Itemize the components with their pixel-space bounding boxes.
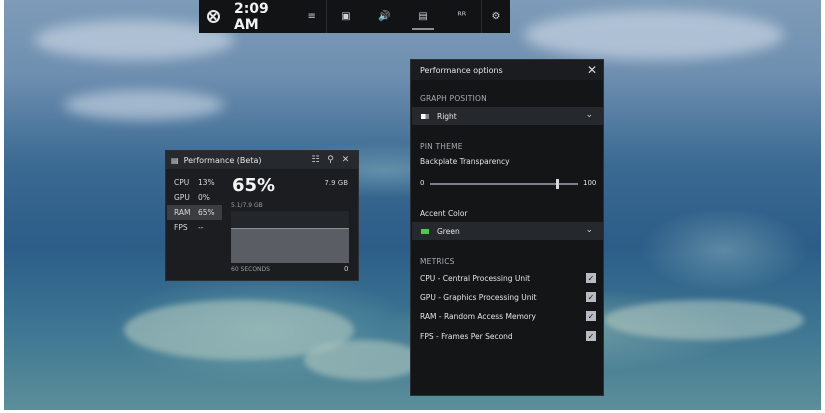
settings-icon[interactable]: ⚙ xyxy=(482,0,510,33)
metric-option-gpu[interactable]: GPU - Graphics Processing Unit ✓ xyxy=(420,291,596,303)
metric-row-gpu[interactable]: GPU 0% xyxy=(167,190,222,205)
performance-monitor-icon: ▤ xyxy=(171,155,179,165)
metric-option-label: FPS - Frames Per Second xyxy=(420,331,513,341)
checkbox[interactable]: ✓ xyxy=(586,292,596,302)
performance-options-panel: Performance options ✕ GRAPH POSITION Rig… xyxy=(410,59,604,396)
transparency-label: Backplate Transparency xyxy=(420,157,510,166)
position-right-icon xyxy=(421,113,429,119)
accent-color-value: Green xyxy=(437,226,460,236)
transparency-slider[interactable] xyxy=(430,179,578,189)
checkbox[interactable]: ✓ xyxy=(586,311,596,321)
performance-widget: ▤ Performance (Beta) ☷ ⚲ ✕ CPU 13% GPU 0… xyxy=(165,150,359,281)
accent-color-label: Accent Color xyxy=(420,209,468,218)
close-icon[interactable]: ✕ xyxy=(585,63,599,77)
performance-options-title: Performance options xyxy=(420,65,503,75)
metric-name: GPU xyxy=(174,193,190,202)
performance-options-header: Performance options ✕ xyxy=(411,60,603,80)
social-icon[interactable]: ᴿᴿ xyxy=(442,0,481,33)
graph-end-value: 0 xyxy=(344,265,349,273)
pin-icon[interactable]: ⚲ xyxy=(323,155,338,165)
metric-name: CPU xyxy=(174,178,190,187)
metric-row-cpu[interactable]: CPU 13% xyxy=(167,175,222,190)
usage-graph-fill xyxy=(231,229,349,263)
metric-value: 65% xyxy=(198,208,215,217)
metric-row-ram[interactable]: RAM 65% xyxy=(167,205,222,220)
slider-max-label: 100 xyxy=(583,179,597,187)
ram-used: 5.1/7.9 GB xyxy=(231,202,263,209)
metric-option-label: RAM - Random Access Memory xyxy=(420,311,536,321)
performance-widget-title: Performance (Beta) xyxy=(183,155,262,165)
graph-position-dropdown[interactable]: Right ⌄ xyxy=(412,107,603,125)
slider-min-label: 0 xyxy=(420,179,425,187)
ram-usage-percent: 65% xyxy=(232,175,276,196)
slider-thumb[interactable] xyxy=(556,179,559,189)
ram-total: 7.9 GB xyxy=(324,179,348,187)
metric-name: RAM xyxy=(174,208,191,217)
metric-option-ram[interactable]: RAM - Random Access Memory ✓ xyxy=(420,310,596,322)
metric-option-label: CPU - Central Processing Unit xyxy=(420,273,531,283)
usage-graph-line xyxy=(231,228,349,229)
capture-icon[interactable]: ▣ xyxy=(327,0,366,33)
checkbox[interactable]: ✓ xyxy=(586,273,596,283)
clock-time: 2:09 AM xyxy=(233,0,269,33)
metric-row-fps[interactable]: FPS -- xyxy=(167,220,222,235)
menu-icon[interactable]: ≡ xyxy=(298,0,326,33)
options-icon[interactable]: ☷ xyxy=(308,155,323,165)
graph-time-label: 60 SECONDS xyxy=(231,266,270,273)
game-bar: 2:09 AM ≡ ▣ 🔊 ▤ ᴿᴿ ⚙ xyxy=(199,0,510,33)
metric-option-fps[interactable]: FPS - Frames Per Second ✓ xyxy=(420,330,596,342)
checkbox[interactable]: ✓ xyxy=(586,331,596,341)
chevron-down-icon: ⌄ xyxy=(585,110,593,120)
metric-option-cpu[interactable]: CPU - Central Processing Unit ✓ xyxy=(420,272,596,284)
metric-name: FPS xyxy=(174,223,188,232)
audio-icon[interactable]: 🔊 xyxy=(365,0,404,33)
performance-widget-header[interactable]: ▤ Performance (Beta) ☷ ⚲ ✕ xyxy=(166,151,358,169)
metric-value: 13% xyxy=(198,178,215,187)
graph-position-heading: GRAPH POSITION xyxy=(420,94,487,103)
chevron-down-icon: ⌄ xyxy=(585,225,593,235)
close-icon[interactable]: ✕ xyxy=(338,155,353,165)
usage-graph xyxy=(231,211,349,263)
metric-option-label: GPU - Graphics Processing Unit xyxy=(420,292,537,302)
xbox-logo-icon[interactable] xyxy=(199,10,228,23)
pin-theme-heading: PIN THEME xyxy=(420,142,463,151)
graph-position-value: Right xyxy=(437,111,457,121)
accent-color-swatch xyxy=(421,228,429,234)
metric-list: CPU 13% GPU 0% RAM 65% FPS -- xyxy=(167,175,222,235)
metric-value: 0% xyxy=(198,193,210,202)
accent-color-dropdown[interactable]: Green ⌄ xyxy=(412,222,603,240)
metric-value: -- xyxy=(198,223,204,232)
metrics-heading: METRICS xyxy=(420,257,455,266)
performance-icon[interactable]: ▤ xyxy=(404,0,443,33)
